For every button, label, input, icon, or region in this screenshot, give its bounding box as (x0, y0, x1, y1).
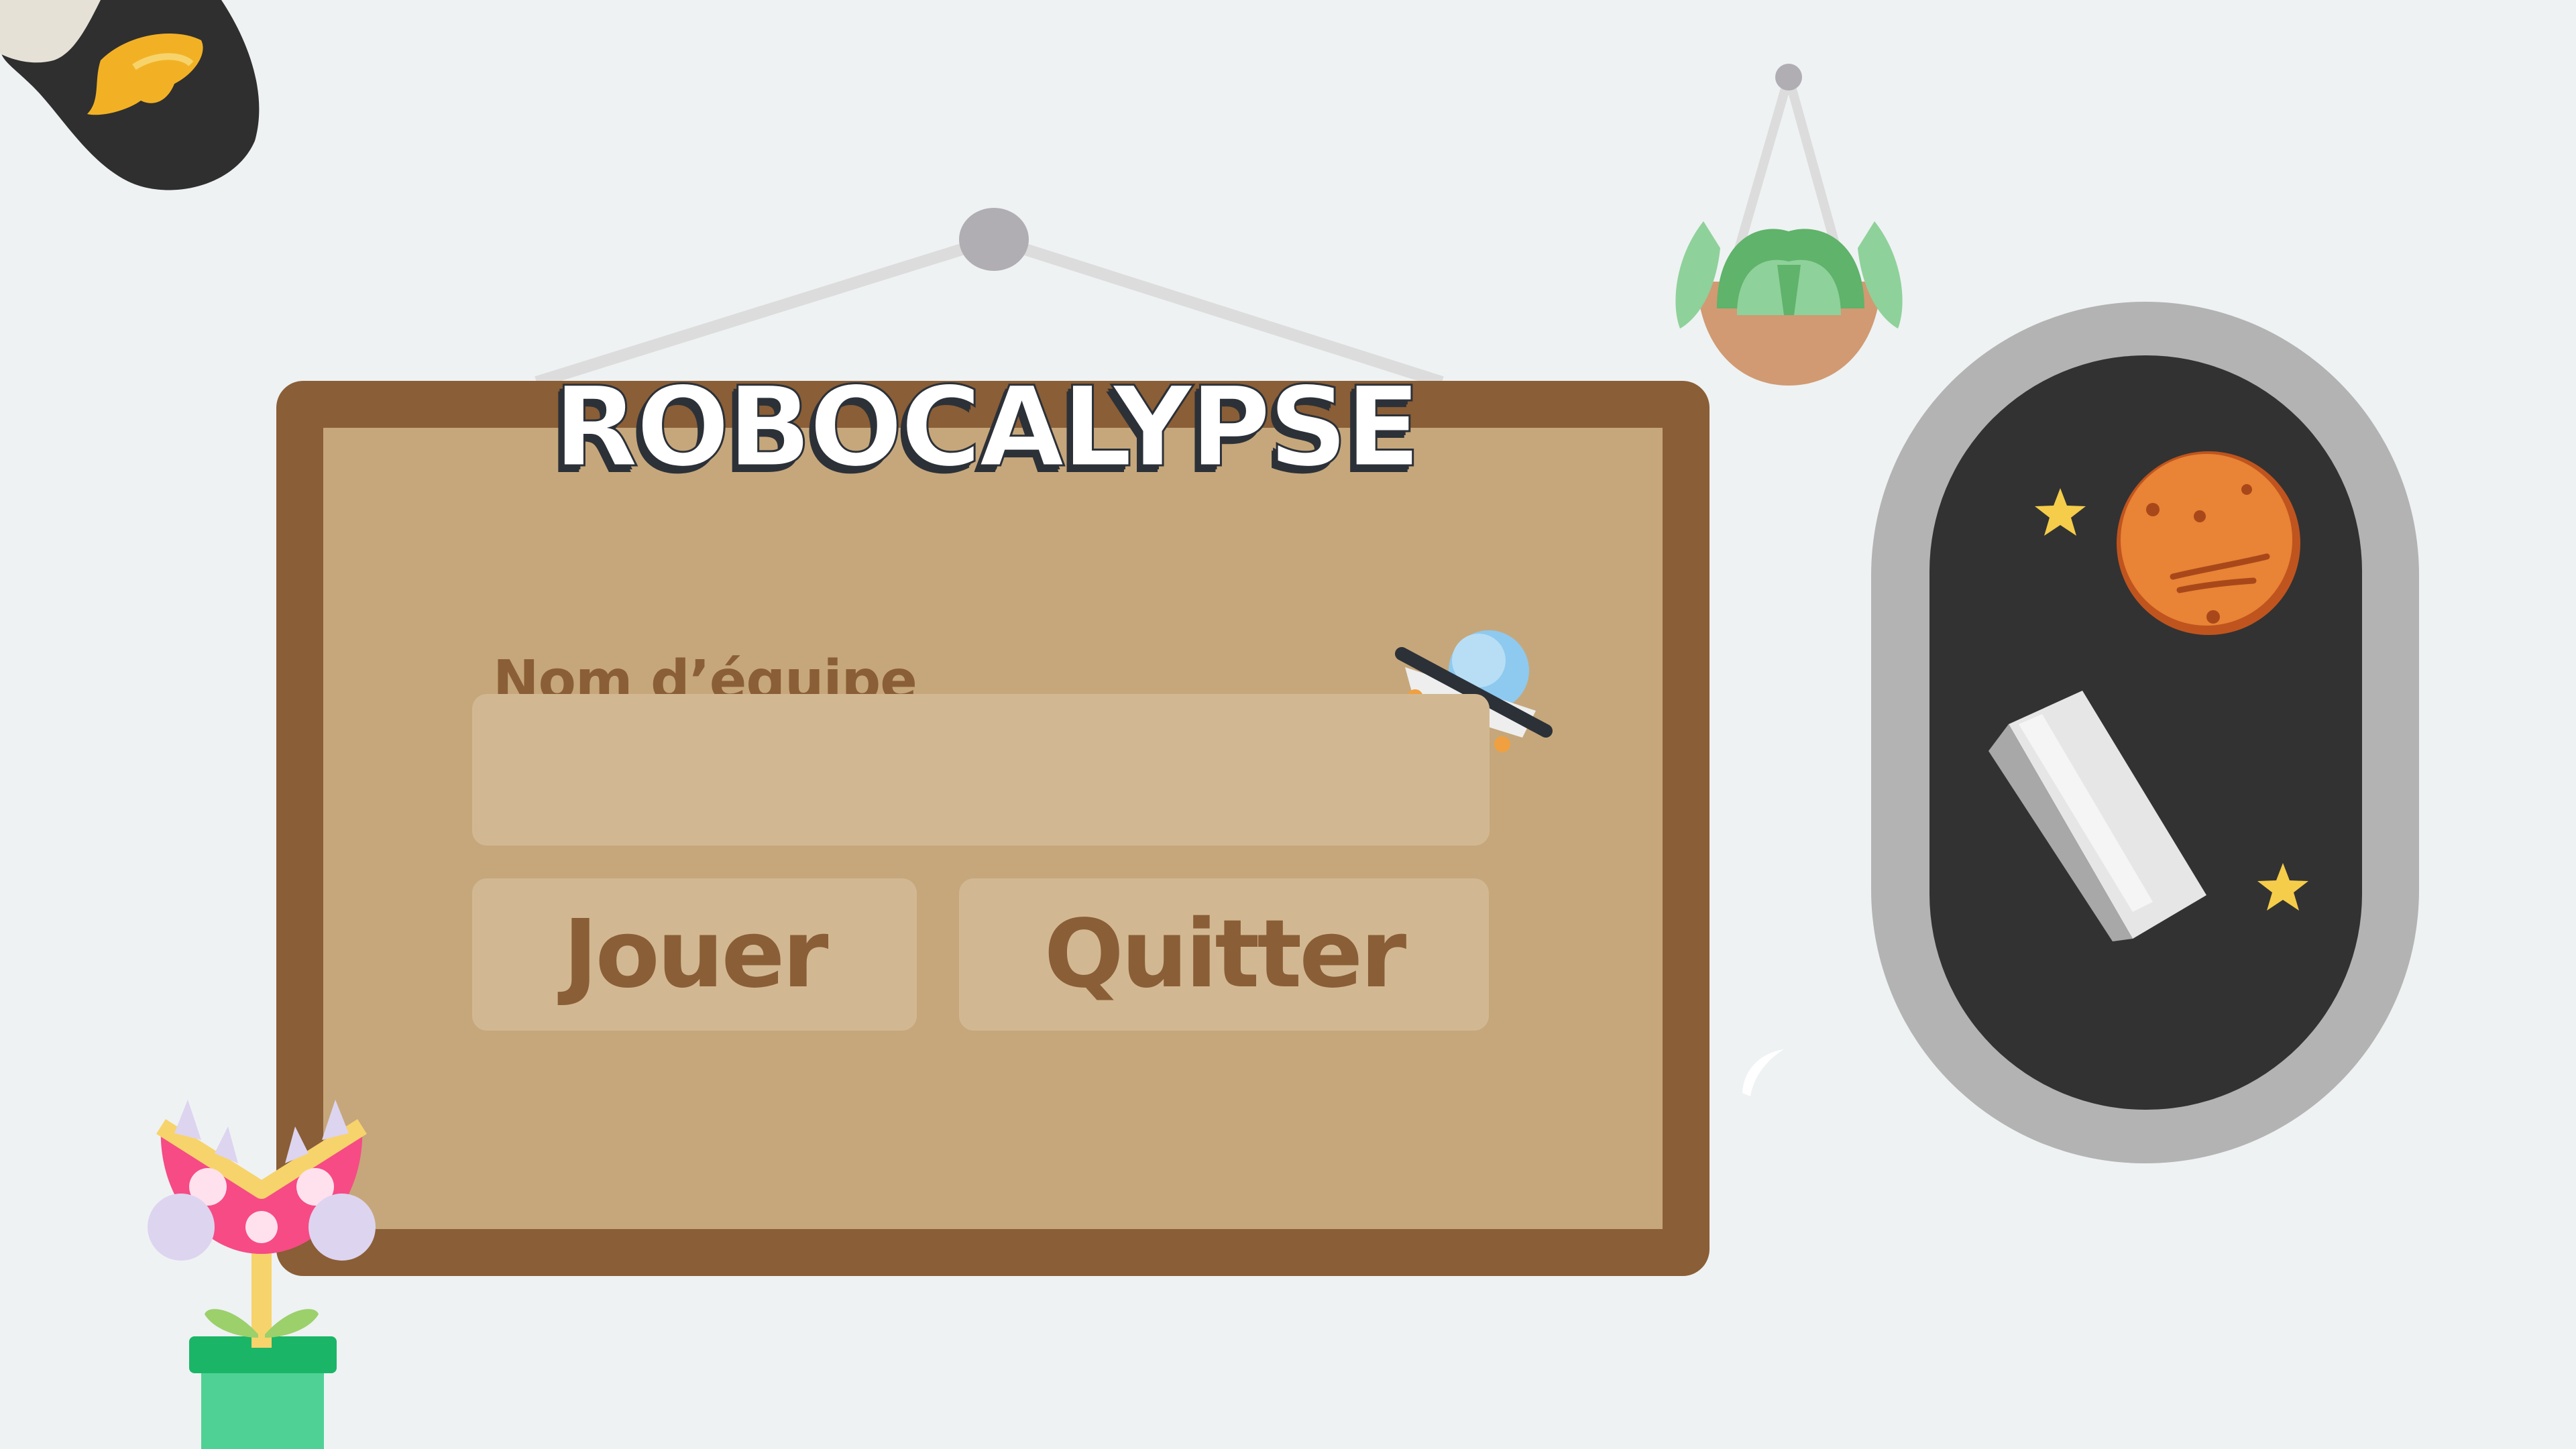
main-menu-screen: ROBOCALYPSE Nom d’équipe Jouer Quitter (0, 0, 2576, 1449)
hanging-plant-icon (1675, 64, 1903, 386)
team-name-input[interactable] (472, 694, 1490, 846)
board-hanger (535, 208, 1444, 388)
porthole-window (1871, 302, 2419, 1163)
game-title: ROBOCALYPSE (553, 363, 1422, 491)
crescent-glint (1742, 1049, 1784, 1096)
mars-planet-icon (2117, 451, 2300, 635)
corner-planet-icon (0, 0, 260, 190)
quit-button[interactable]: Quitter (959, 878, 1489, 1031)
play-button[interactable]: Jouer (472, 878, 917, 1031)
